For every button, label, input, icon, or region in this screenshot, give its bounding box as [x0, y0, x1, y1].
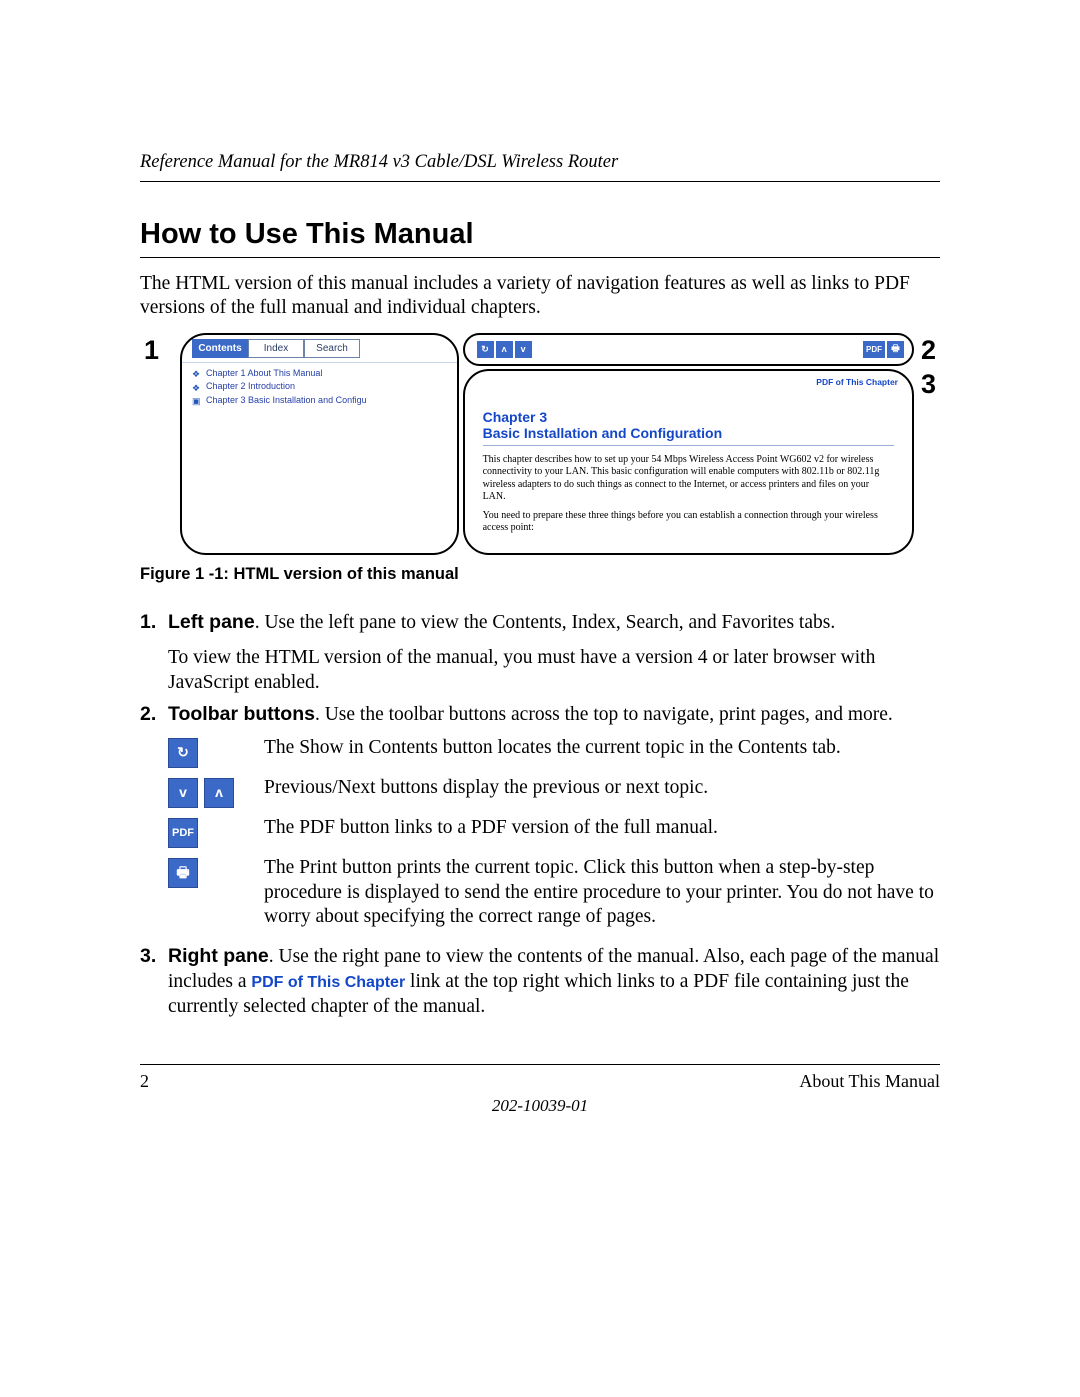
pdf-of-chapter-inline-icon: PDF of This Chapter [251, 974, 405, 991]
chapter-para-1: This chapter describes how to set up you… [483, 454, 894, 504]
list-item-3: 3. Right pane. Use the right pane to vie… [140, 944, 940, 1020]
instruction-list: 1. Left pane. Use the left pane to view … [140, 610, 940, 1021]
section-name: About This Manual [799, 1071, 940, 1092]
toolbar-desc-row-3: PDF The PDF button links to a PDF versio… [168, 816, 940, 848]
list-item-2: 2. Toolbar buttons. Use the toolbar butt… [140, 702, 940, 728]
toolbar-desc-row-1: ↻ The Show in Contents button locates th… [168, 736, 940, 768]
chapter-para-2: You need to prepare these three things b… [483, 510, 894, 535]
refresh-icon[interactable]: ↻ [477, 341, 494, 358]
figure-left-pane: Contents Index Search Chapter 1 About Th… [180, 333, 459, 555]
chapter-number: Chapter 3 [483, 409, 894, 425]
print-icon[interactable]: 🖶 [887, 341, 904, 358]
print-button-icon: 🖶 [168, 858, 198, 888]
document-number: 202-10039-01 [140, 1096, 940, 1116]
intro-paragraph: The HTML version of this manual includes… [140, 272, 940, 321]
page-number: 2 [140, 1071, 149, 1092]
callout-2: 2 [921, 335, 936, 366]
callout-3: 3 [921, 369, 936, 400]
page-footer: 2 About This Manual [140, 1064, 940, 1092]
callout-1: 1 [144, 335, 159, 366]
list-item-1: 1. Left pane. Use the left pane to view … [140, 610, 940, 696]
figure-toolbar: ↻ ᴧ v PDF 🖶 [463, 333, 914, 366]
figure-right-pane: PDF of This Chapter Chapter 3 Basic Inst… [463, 369, 914, 555]
pdf-button-icon: PDF [168, 818, 198, 848]
toolbar-desc-row-4: 🖶 The Print button prints the current to… [168, 856, 940, 931]
toolbar-desc-row-2: v ᴧ Previous/Next buttons display the pr… [168, 776, 940, 808]
show-in-contents-icon: ↻ [168, 738, 198, 768]
running-head: Reference Manual for the MR814 v3 Cable/… [140, 152, 940, 182]
figure-1-1: 1 2 3 Contents Index Search Chapter 1 Ab… [140, 333, 940, 555]
prev-icon[interactable]: ᴧ [496, 341, 513, 358]
next-icon[interactable]: v [515, 341, 532, 358]
pdf-icon[interactable]: PDF [863, 341, 885, 358]
prev-topic-icon: v [168, 778, 198, 808]
page-title: How to Use This Manual [140, 218, 940, 258]
tab-index[interactable]: Index [248, 339, 304, 358]
chapter-title: Basic Installation and Configuration [483, 425, 894, 446]
next-topic-icon: ᴧ [204, 778, 234, 808]
tab-contents[interactable]: Contents [192, 339, 248, 358]
contents-tree[interactable]: Chapter 1 About This Manual Chapter 2 In… [192, 367, 449, 555]
figure-caption: Figure 1 -1: HTML version of this manual [140, 565, 940, 584]
tab-search[interactable]: Search [304, 339, 360, 358]
pdf-of-chapter-link[interactable]: PDF of This Chapter [816, 377, 898, 387]
